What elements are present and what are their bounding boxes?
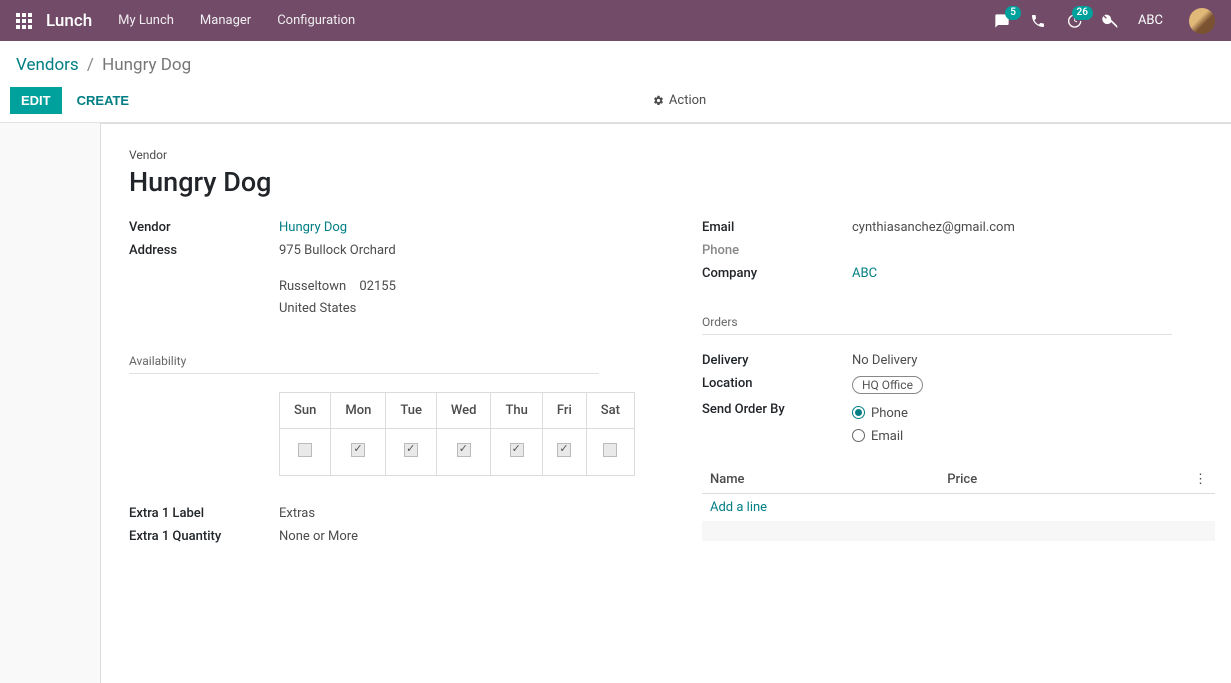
apps-icon[interactable] <box>16 13 32 29</box>
availability-checkbox-tue[interactable] <box>404 443 418 457</box>
main-navbar: Lunch My Lunch Manager Configuration 5 2… <box>0 0 1231 41</box>
radio-icon <box>852 406 865 419</box>
breadcrumb-active: Hungry Dog <box>102 55 191 75</box>
activities-icon[interactable]: 26 <box>1066 13 1082 29</box>
col-name: Name <box>702 466 939 494</box>
messages-icon[interactable]: 5 <box>994 13 1010 29</box>
location-label: Location <box>702 376 852 394</box>
vendor-value[interactable]: Hungry Dog <box>279 220 347 235</box>
systray: 5 26 ABC <box>994 8 1215 34</box>
email-value: cynthiasanchez@gmail.com <box>852 220 1015 235</box>
breadcrumb: Vendors / Hungry Dog <box>10 51 1215 87</box>
address-city: Russeltown <box>279 279 346 294</box>
availability-day-fri: Fri <box>542 393 586 429</box>
delivery-value: No Delivery <box>852 353 917 368</box>
availability-day-tue: Tue <box>386 393 437 429</box>
sendby-option-email[interactable]: Email <box>852 425 908 448</box>
nav-manager[interactable]: Manager <box>200 13 251 28</box>
table-options-icon[interactable]: ⋮ <box>1155 466 1215 494</box>
phone-label: Phone <box>702 243 852 258</box>
phone-icon[interactable] <box>1030 13 1046 29</box>
col-price: Price <box>939 466 1155 494</box>
address-street: 975 Bullock Orchard <box>279 243 406 258</box>
edit-button[interactable]: EDIT <box>10 87 62 114</box>
availability-day-mon: Mon <box>331 393 386 429</box>
availability-checkbox-sat[interactable] <box>603 443 617 457</box>
title-label: Vendor <box>129 148 1215 162</box>
availability-checkbox-sun[interactable] <box>298 443 312 457</box>
extras-lines-table: Name Price ⋮ Add a line <box>702 466 1215 541</box>
form-sheet: Vendor Hungry Dog Vendor Hungry Dog Addr… <box>100 123 1231 683</box>
create-button[interactable]: CREATE <box>66 87 140 114</box>
breadcrumb-separator: / <box>87 55 94 75</box>
right-column: Email cynthiasanchez@gmail.com Phone Com… <box>702 216 1215 548</box>
location-tag[interactable]: HQ Office <box>852 376 923 394</box>
user-menu[interactable]: ABC <box>1138 13 1163 28</box>
company-value[interactable]: ABC <box>852 266 877 281</box>
availability-separator: Availability <box>129 354 599 374</box>
availability-day-wed: Wed <box>436 393 491 429</box>
sendby-option-label: Email <box>871 429 903 444</box>
extra1-qty-label: Extra 1 Quantity <box>129 529 279 544</box>
radio-icon <box>852 429 865 442</box>
availability-checkbox-wed[interactable] <box>457 443 471 457</box>
sendby-option-phone[interactable]: Phone <box>852 402 908 425</box>
left-column: Vendor Hungry Dog Address 975 Bullock Or… <box>129 216 642 548</box>
control-panel: Vendors / Hungry Dog EDIT CREATE Action <box>0 41 1231 123</box>
add-a-line[interactable]: Add a line <box>702 494 1215 522</box>
sendby-radios: Phone Email <box>852 402 908 448</box>
nav-my-lunch[interactable]: My Lunch <box>118 13 174 28</box>
company-label: Company <box>702 266 852 281</box>
sendby-label: Send Order By <box>702 402 852 448</box>
address-value: 975 Bullock Orchard Russeltown 02155 Uni… <box>279 243 406 320</box>
form-sheet-background: Vendor Hungry Dog Vendor Hungry Dog Addr… <box>0 123 1231 683</box>
action-dropdown[interactable]: Action <box>645 89 714 112</box>
location-value: HQ Office <box>852 376 923 394</box>
delivery-label: Delivery <box>702 353 852 368</box>
availability-day-thu: Thu <box>491 393 542 429</box>
extra1-label-value: Extras <box>279 506 315 521</box>
availability-checkbox-fri[interactable] <box>557 443 571 457</box>
availability-checkbox-mon[interactable] <box>351 443 365 457</box>
debug-icon[interactable] <box>1102 13 1118 29</box>
messages-badge: 5 <box>1005 6 1021 20</box>
brand-name[interactable]: Lunch <box>46 11 92 31</box>
availability-day-sat: Sat <box>586 393 634 429</box>
user-avatar[interactable] <box>1189 8 1215 34</box>
sendby-option-label: Phone <box>871 406 908 421</box>
availability-day-sun: Sun <box>280 393 331 429</box>
action-label: Action <box>669 93 706 108</box>
nav-configuration[interactable]: Configuration <box>277 13 355 28</box>
address-label: Address <box>129 243 279 320</box>
vendor-label: Vendor <box>129 220 279 235</box>
address-country: United States <box>279 298 406 320</box>
activities-badge: 26 <box>1072 6 1093 20</box>
extra1-label-label: Extra 1 Label <box>129 506 279 521</box>
gear-icon <box>653 95 664 106</box>
extra1-qty-value: None or More <box>279 529 358 544</box>
breadcrumb-parent[interactable]: Vendors <box>16 55 79 75</box>
availability-table: SunMonTueWedThuFriSat <box>279 392 635 476</box>
availability-checkbox-thu[interactable] <box>510 443 524 457</box>
email-label: Email <box>702 220 852 235</box>
record-title: Hungry Dog <box>129 166 1215 198</box>
orders-separator: Orders <box>702 315 1172 335</box>
address-zip: 02155 <box>359 279 396 294</box>
